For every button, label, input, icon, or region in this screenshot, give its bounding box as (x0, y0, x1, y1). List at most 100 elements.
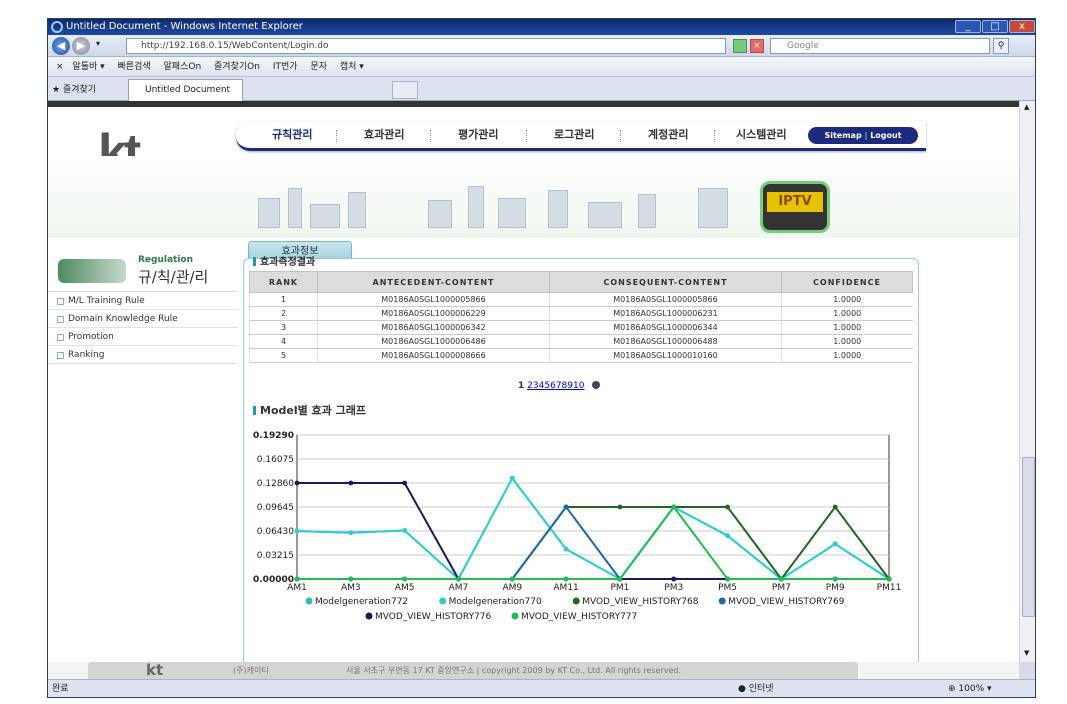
col-antecedent: ANTECEDENT-CONTENT (317, 271, 550, 293)
sidebar-item-ml-training-rule[interactable]: M/L Training Rule (48, 292, 238, 310)
building-graphic (498, 198, 526, 228)
cell-rank: 5 (249, 348, 318, 363)
logout-link[interactable]: Logout (870, 131, 901, 140)
stop-icon[interactable]: × (750, 39, 764, 53)
toolbar-item[interactable]: 빠른검색 (118, 62, 151, 72)
window-title: Untitled Document - Windows Internet Exp… (66, 21, 303, 32)
data-point (832, 504, 838, 510)
scroll-down-icon[interactable]: ▼ (1024, 649, 1029, 657)
cell-antecedent: M0186A0SGL1000005866 (317, 292, 550, 307)
x-tick-label: PM3 (664, 583, 683, 593)
vertical-scrollbar[interactable]: ▲ ▼ (1019, 101, 1035, 662)
table-row[interactable]: 1 M0186A0SGL1000005866 M0186A0SGL100000586… (249, 292, 913, 307)
x-tick-label: AM7 (449, 583, 469, 593)
nav-accounts[interactable]: 계정관리 (648, 121, 688, 149)
address-input[interactable]: http://192.168.0.15/WebContent/Login.do (126, 38, 726, 54)
search-icon[interactable]: ⚲ (993, 38, 1009, 54)
forward-icon[interactable]: ▶ (72, 37, 90, 55)
iptv-tv-graphic: IPTV (760, 181, 830, 233)
refresh-icon[interactable] (733, 39, 747, 53)
nav-system[interactable]: 시스템관리 (736, 121, 787, 149)
zoom-label: 100% (958, 684, 985, 694)
cell-rank: 4 (249, 334, 318, 349)
nav-evaluation[interactable]: 평가관리 (458, 121, 498, 149)
zoom-control[interactable]: ⊕ 100% ▾ (948, 680, 992, 697)
regulation-en: Regulation (138, 255, 194, 265)
nav-separator (620, 130, 621, 142)
building-graphic (588, 202, 622, 228)
building-graphic (258, 198, 280, 228)
nav-effects[interactable]: 효과관리 (364, 121, 404, 149)
next-page-icon[interactable] (592, 381, 601, 389)
section-marker-icon (253, 257, 256, 266)
data-point (348, 480, 354, 486)
minimize-button[interactable]: _ (955, 20, 981, 33)
sidebar: Regulation 규/칙/관/리 M/L Training Rule Dom… (48, 241, 238, 661)
section-model-graph: Model별 효과 그래프 (253, 402, 366, 418)
scroll-up-icon[interactable]: ▲ (1024, 103, 1029, 111)
building-graphic (310, 204, 340, 228)
table-row[interactable]: 4 M0186A0SGL1000006486 M0186A0SGL100000648… (249, 334, 913, 349)
footer-copyright: 서울 서초구 우면동 17 KT 중앙연구소 | copyright 2009 … (346, 666, 682, 675)
scrollbar-thumb[interactable] (1022, 457, 1035, 617)
nav-separator (430, 130, 431, 142)
nav-logs[interactable]: 로그관리 (554, 121, 594, 149)
cell-consequent: M0186A0SGL1000006488 (549, 334, 782, 349)
toolbar-item[interactable]: 캡처 ▾ (340, 62, 364, 72)
regulation-ko: 규/칙/관/리 (138, 268, 209, 286)
sidebar-item-promotion[interactable]: Promotion (48, 328, 238, 346)
pagination: 1 2345678910 (518, 381, 601, 391)
table-header-row: RANK ANTECEDENT-CONTENT CONSEQUENT-CONTE… (249, 271, 913, 293)
cell-antecedent: M0186A0SGL1000006486 (317, 334, 550, 349)
toolbar-item[interactable]: 즐겨찾기On (214, 62, 260, 72)
dice-icon (58, 259, 126, 283)
building-graphic (638, 194, 656, 228)
data-point (725, 504, 730, 510)
data-point (832, 541, 838, 547)
sidebar-item-domain-knowledge-rule[interactable]: Domain Knowledge Rule (48, 310, 238, 328)
cell-antecedent: M0186A0SGL1000008666 (317, 348, 550, 363)
nav-separator (714, 130, 715, 142)
y-tick-label: 0.03215 (257, 551, 294, 561)
tab-untitled-document[interactable]: Untitled Document (128, 79, 243, 101)
back-icon[interactable]: ◀ (52, 37, 70, 55)
y-tick-label: 0.19290 (253, 431, 294, 441)
table-row[interactable]: 2 M0186A0SGL1000006229 M0186A0SGL100000623… (249, 306, 913, 321)
new-tab-button[interactable] (392, 81, 418, 99)
search-input[interactable]: Google (770, 38, 990, 54)
page-link[interactable]: 10 (573, 381, 584, 391)
close-toolbar-icon[interactable]: × (56, 62, 64, 72)
toolbar-item[interactable]: 알툴바 ▾ (72, 62, 104, 72)
sitemap-link[interactable]: Sitemap (824, 131, 861, 140)
main-nav: 규칙관리 효과관리 평가관리 로그관리 계정관리 시스템관리 Sitemap |… (236, 121, 926, 151)
building-graphic (288, 188, 302, 228)
x-tick-label: AM5 (395, 583, 415, 593)
nav-rules[interactable]: 규칙관리 (272, 121, 312, 149)
toolbar-item[interactable]: IT번가 (273, 62, 298, 72)
table-row[interactable]: 5 M0186A0SGL1000008666 M0186A0SGL100001016… (249, 348, 913, 363)
favorites-button[interactable]: ★ 즐겨찾기 (52, 82, 96, 95)
x-tick-label: PM7 (772, 583, 791, 593)
iptv-label: IPTV (767, 192, 823, 212)
data-point (617, 576, 623, 582)
x-tick-label: PM9 (826, 583, 845, 593)
sidebar-item-ranking[interactable]: Ranking (48, 346, 238, 364)
history-dropdown-icon[interactable]: ▾ (96, 39, 100, 48)
ie-icon (51, 21, 63, 33)
toolbar-item[interactable]: 문자 (310, 62, 327, 72)
x-tick-label: AM1 (287, 583, 307, 593)
data-point (671, 576, 677, 582)
x-tick-label: AM11 (553, 583, 578, 593)
favorites-label: 즐겨찾기 (62, 85, 97, 95)
close-button[interactable]: x (1009, 20, 1035, 33)
data-point (348, 530, 354, 536)
toolbar-item[interactable]: 알패스On (164, 62, 202, 72)
legend-label: MVOD_VIEW_HISTORY777 (521, 612, 637, 622)
data-point (348, 576, 354, 582)
legend-label: Modelgeneration770 (449, 597, 542, 607)
maximize-button[interactable]: □ (982, 20, 1008, 33)
table-row[interactable]: 3 M0186A0SGL1000006342 M0186A0SGL100000634… (249, 320, 913, 335)
x-tick-label: AM9 (502, 583, 522, 593)
legend-marker (365, 612, 373, 620)
title-bar: Untitled Document - Windows Internet Exp… (48, 19, 1035, 35)
